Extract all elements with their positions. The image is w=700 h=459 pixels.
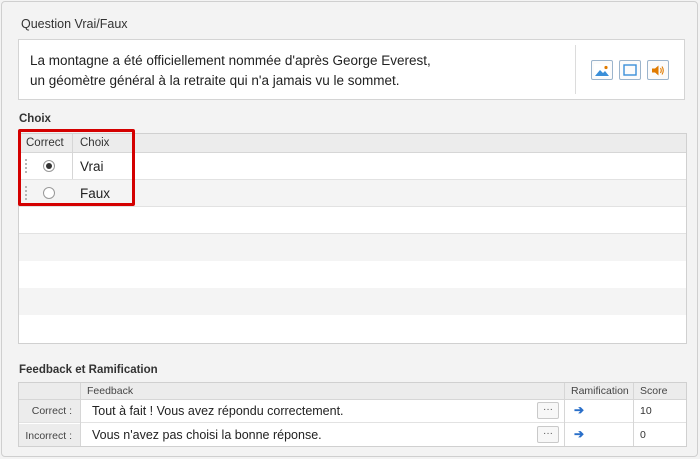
correct-radio[interactable]: [43, 160, 55, 172]
drag-handle-icon[interactable]: [25, 186, 28, 200]
insert-video-button[interactable]: [619, 60, 641, 80]
column-header-branching: Ramification: [571, 385, 629, 397]
choice-row[interactable]: Faux: [19, 180, 686, 207]
image-icon: [594, 63, 610, 77]
column-divider: [564, 383, 565, 446]
insert-image-button[interactable]: [591, 60, 613, 80]
feedback-table: Feedback Ramification Score Correct : To…: [18, 382, 687, 447]
insert-audio-button[interactable]: [647, 60, 669, 80]
empty-row: [19, 261, 686, 288]
choices-section-label: Choix: [19, 113, 51, 125]
branching-arrow-icon[interactable]: ➔: [574, 427, 584, 441]
feedback-row-correct: Correct : Tout à fait ! Vous avez répond…: [19, 400, 686, 423]
feedback-text[interactable]: Tout à fait ! Vous avez répondu correcte…: [92, 404, 344, 418]
feedback-text[interactable]: Vous n'avez pas choisi la bonne réponse.: [92, 428, 322, 442]
column-header-correct: Correct: [26, 137, 64, 149]
choices-grid-header: Correct Choix: [19, 134, 686, 153]
question-type-title: Question Vrai/Faux: [21, 17, 128, 31]
question-text[interactable]: La montagne a été officiellement nommée …: [30, 51, 570, 91]
column-header-choice: Choix: [80, 137, 110, 149]
feedback-row-label: Incorrect :: [19, 424, 80, 446]
feedback-row-label: Correct :: [19, 400, 80, 422]
choice-text[interactable]: Vrai: [80, 159, 104, 174]
column-header-feedback: Feedback: [87, 385, 134, 397]
score-value[interactable]: 10: [640, 405, 652, 417]
choice-text[interactable]: Faux: [80, 186, 110, 201]
branching-arrow-icon[interactable]: ➔: [574, 403, 584, 417]
question-text-box[interactable]: La montagne a été officiellement nommée …: [18, 39, 685, 100]
correct-radio[interactable]: [43, 187, 55, 199]
score-value[interactable]: 0: [640, 429, 646, 441]
empty-row: [19, 288, 686, 315]
question-line-1: La montagne a été officiellement nommée …: [30, 53, 431, 68]
choices-grid: Correct Choix Vrai Faux: [18, 133, 687, 344]
column-divider: [80, 383, 81, 446]
column-divider: [633, 383, 634, 446]
feedback-more-button[interactable]: ···: [537, 402, 559, 419]
empty-row: [19, 315, 686, 342]
question-divider: [575, 45, 576, 94]
question-panel: Question Vrai/Faux La montagne a été off…: [1, 1, 698, 457]
drag-handle-icon[interactable]: [25, 159, 28, 173]
feedback-row-incorrect: Incorrect : Vous n'avez pas choisi la bo…: [19, 424, 686, 446]
video-icon: [623, 64, 637, 76]
empty-row: [19, 207, 686, 234]
audio-icon: [652, 65, 664, 75]
choice-row[interactable]: Vrai: [19, 153, 686, 180]
feedback-section-label: Feedback et Ramification: [19, 364, 158, 376]
empty-row: [19, 234, 686, 261]
feedback-table-header: Feedback Ramification Score: [19, 383, 686, 400]
question-line-2: un géomètre général à la retraite qui n'…: [30, 73, 400, 88]
column-header-score: Score: [640, 385, 668, 397]
feedback-more-button[interactable]: ···: [537, 426, 559, 443]
